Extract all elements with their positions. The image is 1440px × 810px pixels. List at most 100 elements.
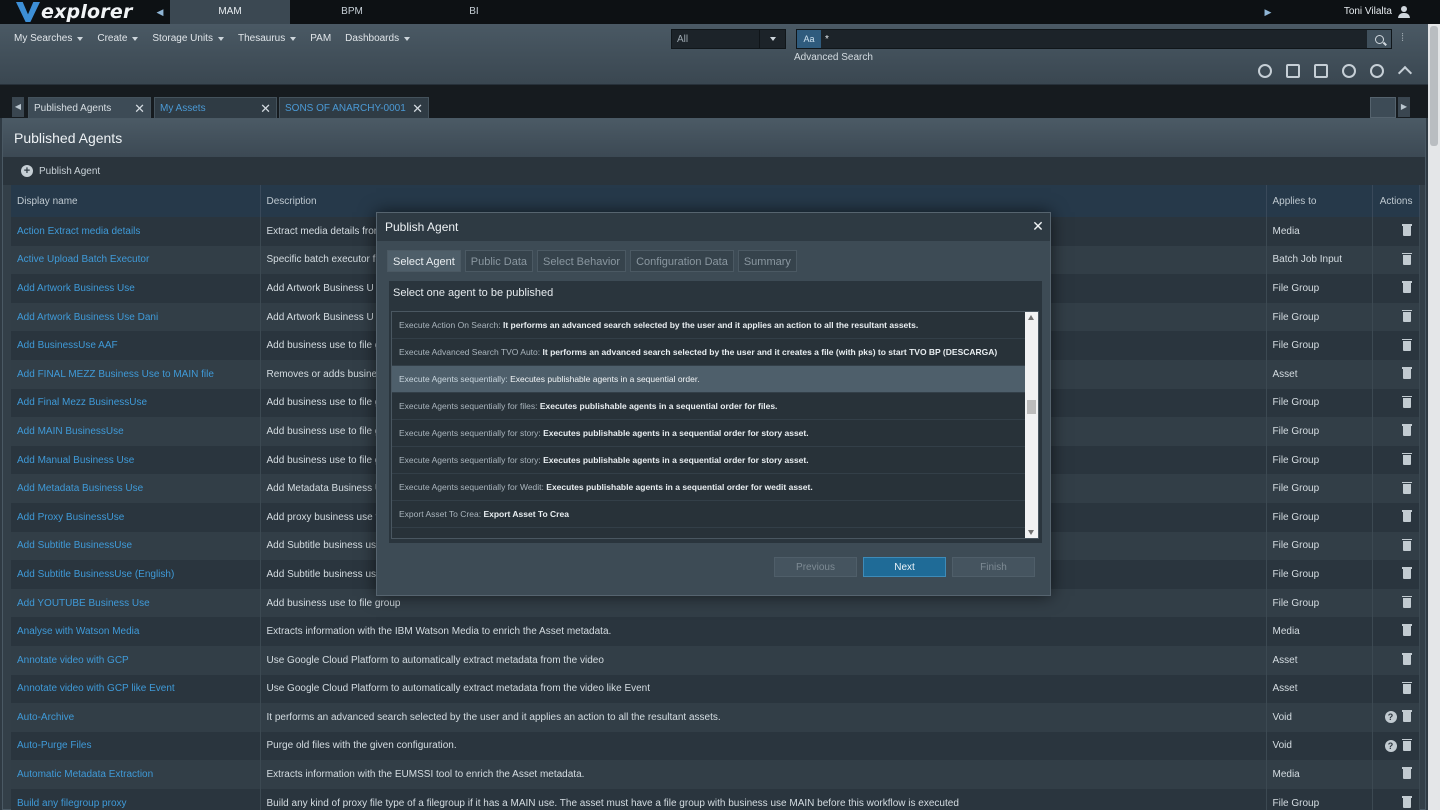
agent-display-name[interactable]: Build any filegroup proxy	[11, 788, 261, 810]
agent-display-name[interactable]: Add Proxy BusinessUse	[11, 502, 261, 532]
gear-icon[interactable]	[1342, 64, 1356, 78]
publish-agent-button[interactable]: Publish Agent	[39, 166, 100, 177]
menu-thesaurus[interactable]: Thesaurus	[238, 33, 297, 44]
user-menu[interactable]: Toni Vilalta	[1344, 0, 1410, 24]
menu-storage-units[interactable]: Storage Units	[152, 33, 224, 44]
menu-pam[interactable]: PAM	[310, 33, 331, 44]
search-pin-icon[interactable]: ⁞	[1401, 32, 1413, 48]
previous-button[interactable]: Previous	[774, 557, 857, 577]
app-tabs-right-arrow-icon[interactable]: ▶	[1262, 2, 1274, 22]
trash-icon[interactable]	[1401, 252, 1412, 265]
tab-list-button[interactable]	[1370, 97, 1396, 118]
table-row[interactable]: Annotate video with GCP like Event Use Go…	[11, 674, 1420, 704]
doc-tab-my-assets[interactable]: My Assets ✕	[154, 97, 277, 118]
trash-icon[interactable]	[1401, 281, 1412, 294]
agent-display-name[interactable]: Add Manual Business Use	[11, 445, 261, 475]
doc-tab-sons-of-anarchy[interactable]: SONS OF ANARCHY-0001 ✕	[279, 97, 429, 118]
trash-icon[interactable]	[1401, 595, 1412, 608]
table-row[interactable]: Analyse with Watson Media Extracts inform…	[11, 617, 1420, 646]
agent-display-name[interactable]: Add Subtitle BusinessUse (English)	[11, 560, 261, 589]
search-scope-select[interactable]: All	[671, 29, 786, 49]
step-configuration-data[interactable]: Configuration Data	[630, 250, 734, 272]
explorer-logo[interactable]: explorer	[16, 0, 133, 24]
trash-icon[interactable]	[1401, 767, 1412, 780]
trash-icon[interactable]	[1401, 710, 1412, 723]
app-tabs-left-arrow-icon[interactable]: ◀	[154, 2, 166, 22]
trash-icon[interactable]	[1401, 567, 1412, 580]
recycle-icon[interactable]	[1258, 64, 1272, 78]
search-input[interactable]: *	[821, 34, 1367, 45]
collapse-up-icon[interactable]	[1398, 64, 1412, 78]
agent-display-name[interactable]: Automatic Metadata Extraction	[11, 760, 261, 789]
transfer-icon[interactable]	[1314, 64, 1328, 78]
agent-list-item[interactable]: Execute Agents sequentially for story: E…	[392, 447, 1026, 474]
page-scrollbar[interactable]	[1428, 24, 1440, 810]
agent-display-name[interactable]: Auto-Purge Files	[11, 731, 261, 761]
agent-display-name[interactable]: Active Upload Batch Executor	[11, 245, 261, 275]
agent-list-item[interactable]: Execute Agents sequentially: Executes pu…	[392, 366, 1026, 393]
trash-icon[interactable]	[1401, 309, 1412, 322]
agent-list-item[interactable]: Execute Agents sequentially for story: E…	[392, 420, 1026, 447]
close-icon[interactable]: ✕	[1032, 219, 1044, 233]
agent-display-name[interactable]: Add Artwork Business Use Dani	[11, 302, 261, 332]
column-header-applies-to[interactable]: Applies to	[1266, 185, 1373, 217]
trash-icon[interactable]	[1401, 338, 1412, 351]
agent-display-name[interactable]: Add Subtitle BusinessUse	[11, 531, 261, 561]
agent-list-item[interactable]: Execute Agents sequentially for files: E…	[392, 393, 1026, 420]
trash-icon[interactable]	[1401, 510, 1412, 523]
agent-display-name[interactable]: Add BusinessUse AAF	[11, 331, 261, 360]
add-icon[interactable]: +	[21, 165, 33, 177]
app-tab-bpm[interactable]: BPM	[292, 0, 412, 24]
agent-display-name[interactable]: Add Final Mezz BusinessUse	[11, 388, 261, 418]
trash-icon[interactable]	[1401, 395, 1412, 408]
scope-dropdown-button[interactable]	[759, 30, 785, 48]
agent-display-name[interactable]: Add FINAL MEZZ Business Use to MAIN file	[11, 359, 261, 389]
trash-icon[interactable]	[1401, 538, 1412, 551]
app-tab-bi[interactable]: BI	[414, 0, 534, 24]
step-select-behavior[interactable]: Select Behavior	[537, 250, 627, 272]
next-button[interactable]: Next	[863, 557, 946, 577]
scroll-up-arrow-icon[interactable]	[1028, 315, 1034, 320]
trash-icon[interactable]	[1401, 481, 1412, 494]
agent-display-name[interactable]: Add YOUTUBE Business Use	[11, 588, 261, 618]
table-row[interactable]: Build any filegroup proxy Build any kind …	[11, 788, 1420, 810]
agent-list-item[interactable]: Export Asset To Crea: Export Asset To Cr…	[392, 501, 1026, 528]
scroll-down-arrow-icon[interactable]	[1028, 530, 1034, 535]
close-icon[interactable]: ✕	[260, 102, 271, 115]
briefcase-icon[interactable]	[1286, 64, 1300, 78]
column-header-display-name[interactable]: Display name	[11, 185, 261, 217]
table-row[interactable]: Automatic Metadata Extraction Extracts in…	[11, 760, 1420, 789]
match-case-toggle[interactable]: Aa	[797, 30, 821, 48]
menu-dashboards[interactable]: Dashboards	[345, 33, 411, 44]
finish-button[interactable]: Finish	[952, 557, 1035, 577]
trash-icon[interactable]	[1401, 796, 1412, 809]
app-tab-mam[interactable]: MAM	[170, 0, 290, 24]
search-button[interactable]	[1367, 30, 1391, 48]
agent-list-item[interactable]: Execute Action On Search: It performs an…	[392, 312, 1026, 339]
page-scrollbar-thumb[interactable]	[1430, 26, 1438, 146]
info-icon[interactable]: ?	[1384, 739, 1397, 752]
menu-create[interactable]: Create	[97, 33, 139, 44]
agent-display-name[interactable]: Action Extract media details	[11, 217, 261, 246]
table-row[interactable]: Auto-Purge Files Purge old files with the…	[11, 731, 1420, 761]
agent-display-name[interactable]: Analyse with Watson Media	[11, 617, 261, 646]
trash-icon[interactable]	[1401, 424, 1412, 437]
step-public-data[interactable]: Public Data	[464, 250, 534, 272]
advanced-search-link[interactable]: Advanced Search	[794, 52, 873, 63]
trash-icon[interactable]	[1401, 452, 1412, 465]
info-icon[interactable]: ?	[1384, 711, 1397, 724]
doc-tab-published-agents[interactable]: Published Agents ✕	[28, 97, 151, 118]
agent-list-scrollbar[interactable]	[1025, 312, 1038, 538]
agent-list-item[interactable]: Execute Agents sequentially for Wedit: E…	[392, 474, 1026, 501]
scrollbar-thumb[interactable]	[1027, 400, 1036, 414]
agent-display-name[interactable]: Auto-Archive	[11, 703, 261, 732]
agent-display-name[interactable]: Annotate video with GCP	[11, 645, 261, 675]
trash-icon[interactable]	[1401, 224, 1412, 237]
agent-list-item[interactable]: Execute Advanced Search TVO Auto: It per…	[392, 339, 1026, 366]
step-select-agent[interactable]: Select Agent	[387, 250, 461, 272]
close-icon[interactable]: ✕	[134, 102, 145, 115]
doc-tabs-left-arrow-icon[interactable]: ◀	[12, 97, 24, 117]
help-icon[interactable]	[1370, 64, 1384, 78]
doc-tabs-right-arrow-icon[interactable]: ▶	[1398, 97, 1410, 117]
table-row[interactable]: Auto-Archive It performs an advanced sear…	[11, 703, 1420, 732]
